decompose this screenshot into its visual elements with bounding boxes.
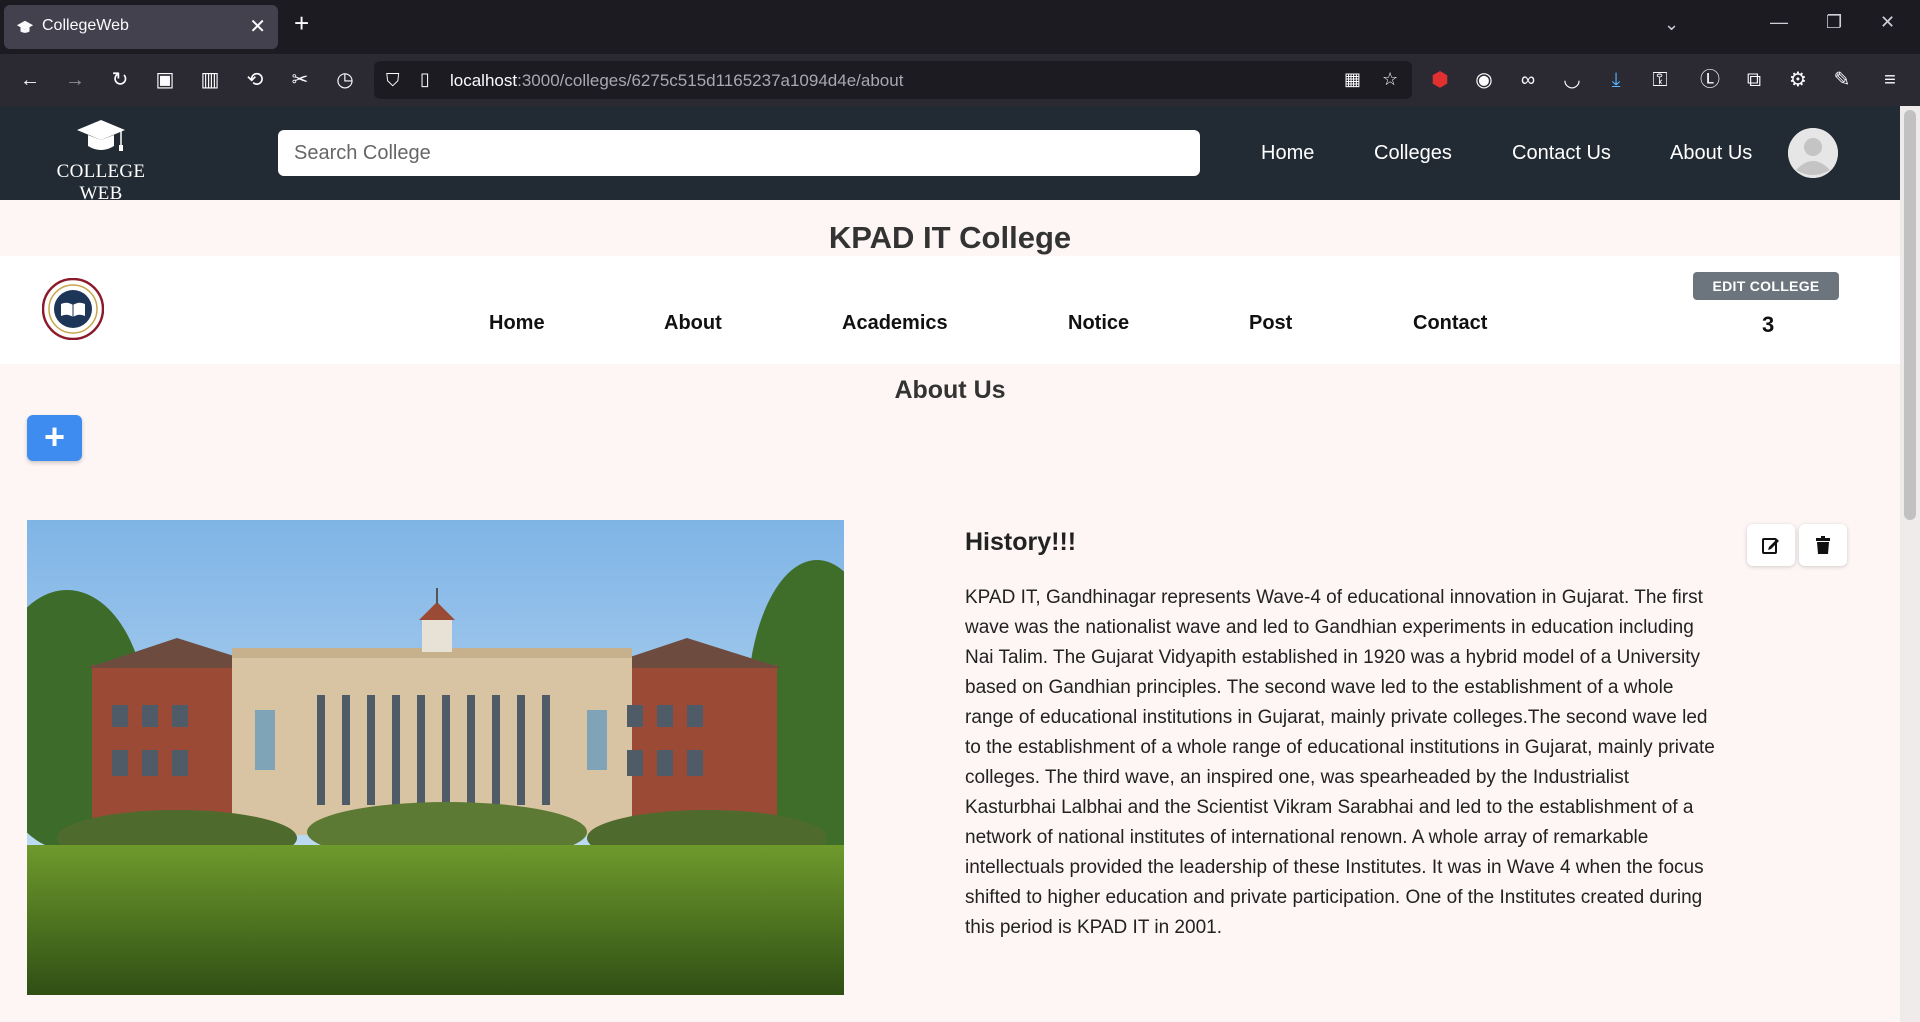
graduation-cap-favicon-icon [16, 20, 34, 33]
scrollbar-thumb[interactable] [1904, 110, 1916, 520]
college-title-bar: KPAD IT College [0, 200, 1900, 256]
extensions-puzzle-icon[interactable]: ⧉ [1742, 68, 1766, 92]
site-header: COLLEGE WEB Home Colleges Contact Us Abo… [0, 106, 1900, 204]
ublock-icon[interactable]: ⬢ [1428, 68, 1452, 92]
nav-colleges[interactable]: Colleges [1374, 142, 1452, 165]
browser-toolbar: ← → ↻ ▣ ▥ ⟲ ✂ ◷ ⛉ ▯ localhost:3000/colle… [0, 54, 1920, 106]
profile-l-icon[interactable]: Ⓛ [1698, 68, 1722, 92]
settings-gear-icon[interactable]: ⚙ [1786, 68, 1810, 92]
avatar-icon[interactable] [1788, 128, 1838, 178]
site-logo[interactable]: COLLEGE WEB [36, 118, 166, 204]
edit-college-button[interactable]: EDIT COLLEGE [1693, 272, 1839, 300]
college-nav-post[interactable]: Post [1249, 312, 1292, 335]
menu-hamburger-icon[interactable]: ≡ [1878, 68, 1902, 92]
forward-icon[interactable]: → [63, 68, 87, 92]
history-back-icon[interactable]: ⟲ [243, 68, 267, 92]
clock-icon[interactable]: ◷ [333, 68, 357, 92]
college-building-image [27, 520, 844, 995]
college-count: 3 [1762, 312, 1775, 337]
section-body: KPAD IT, Gandhinagar represents Wave-4 o… [965, 587, 1715, 938]
college-seal-icon[interactable] [42, 278, 104, 340]
edit-icon [1762, 538, 1779, 554]
graduation-cap-icon [77, 120, 125, 151]
nav-contact-us[interactable]: Contact Us [1512, 142, 1611, 165]
reload-icon[interactable]: ↻ [108, 68, 132, 92]
reader-view-icon[interactable]: ▥ [198, 68, 222, 92]
college-nav-notice[interactable]: Notice [1068, 312, 1129, 335]
restore-icon[interactable]: ❐ [1826, 12, 1842, 33]
college-nav-about[interactable]: About [664, 312, 722, 335]
college-nav: Home About Academics Notice Post Contact… [0, 256, 1900, 364]
trash-icon [1816, 536, 1830, 554]
minimize-icon[interactable]: — [1770, 12, 1788, 33]
browser-tabstrip: CollegeWeb ✕ + ⌄ — ❐ ✕ [0, 0, 1920, 54]
screenshot-icon[interactable]: ▣ [153, 68, 177, 92]
about-heading: About Us [894, 376, 1006, 404]
url-text[interactable]: localhost:3000/colleges/6275c515d1165237… [450, 71, 903, 91]
page-scrollbar[interactable] [1900, 106, 1920, 1022]
college-name: KPAD IT College [828, 220, 1072, 255]
section-title: History!!! [965, 528, 1077, 556]
mask-icon[interactable]: ∞ [1516, 68, 1540, 92]
extension-glasses-icon[interactable]: ◉ [1472, 68, 1496, 92]
college-nav-contact[interactable]: Contact [1413, 312, 1487, 335]
new-tab-icon[interactable]: + [294, 10, 309, 36]
download-icon[interactable]: ⤓ [1604, 68, 1628, 92]
add-section-button[interactable]: + [27, 415, 82, 461]
qr-code-icon[interactable]: ▦ [1344, 69, 1361, 90]
scissors-icon[interactable]: ✂ [288, 68, 312, 92]
back-icon[interactable]: ← [18, 68, 42, 92]
logo-text: COLLEGE WEB [56, 161, 146, 204]
bookmark-star-icon[interactable]: ☆ [1382, 69, 1398, 90]
close-window-icon[interactable]: ✕ [1880, 12, 1895, 33]
browser-tab[interactable]: CollegeWeb ✕ [4, 5, 278, 49]
tracking-shield-icon[interactable]: ⛉ [386, 70, 400, 91]
url-bar[interactable]: ⛉ ▯ localhost:3000/colleges/6275c515d116… [374, 61, 1412, 99]
tab-list-chevron-icon[interactable]: ⌄ [1664, 14, 1679, 35]
college-nav-academics[interactable]: Academics [842, 312, 948, 335]
pen-icon[interactable]: ✎ [1830, 68, 1854, 92]
college-nav-home[interactable]: Home [489, 312, 545, 335]
edit-section-button[interactable] [1747, 524, 1795, 566]
search-input[interactable] [278, 130, 1200, 176]
key-icon[interactable]: ⚿ [1648, 68, 1672, 92]
delete-section-button[interactable] [1799, 524, 1847, 566]
nav-home[interactable]: Home [1261, 142, 1314, 165]
tab-title: CollegeWeb [42, 17, 129, 34]
page-icon: ▯ [420, 69, 430, 89]
pocket-icon[interactable]: ◡ [1560, 68, 1584, 92]
nav-about-us[interactable]: About Us [1670, 142, 1752, 165]
tab-close-icon[interactable]: ✕ [249, 14, 266, 39]
